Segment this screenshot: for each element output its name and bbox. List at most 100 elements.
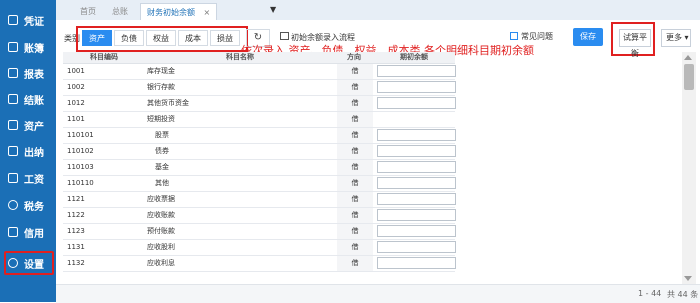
table-row: 1123 预付账款 借: [63, 224, 457, 240]
account-name: 应收票据: [147, 195, 175, 203]
tab-home[interactable]: 首页: [80, 3, 96, 20]
balance-direction: 借: [337, 128, 373, 143]
balance-direction: 借: [337, 160, 373, 175]
account-name: 应收股利: [147, 243, 175, 251]
sidebar-item-label: 结账: [24, 95, 44, 107]
more-button[interactable]: 更多 ▾: [661, 29, 691, 47]
sidebar-item-tax[interactable]: 税务: [0, 195, 56, 215]
faq-link[interactable]: 常见问题: [521, 31, 553, 42]
balance-direction: 借: [337, 256, 373, 271]
opening-balance-input[interactable]: [377, 241, 456, 253]
opening-balance-input[interactable]: [377, 257, 456, 269]
table-row: 1002 银行存款 借: [63, 80, 456, 96]
account-code: 1002: [67, 83, 85, 91]
sidebar-item-payroll[interactable]: 工资: [0, 168, 56, 188]
balance-direction: 借: [337, 224, 373, 239]
sidebar-item-asset[interactable]: 资产: [0, 115, 56, 135]
sidebar-item-closing[interactable]: 结账: [0, 89, 56, 109]
category-button-profit-loss[interactable]: 损益: [210, 30, 240, 46]
asset-icon: [8, 120, 18, 130]
account-code: 1131: [67, 243, 85, 251]
opening-balance-cell: [375, 240, 457, 255]
ledger-icon: [8, 42, 18, 52]
opening-balance-input[interactable]: [377, 193, 456, 205]
tab-initial-balance[interactable]: 财务初始余额 ×: [140, 3, 218, 21]
vertical-scrollbar[interactable]: [682, 52, 696, 284]
account-name: 股票: [155, 131, 169, 139]
account-name: 短期投资: [147, 115, 175, 123]
opening-balance-cell: [375, 128, 457, 143]
table-row: 110102 债券 借: [63, 144, 457, 160]
table-row: 1101 短期投资 借: [63, 112, 455, 128]
opening-balance-input[interactable]: [377, 65, 456, 77]
table-row: 110110 其他 借: [63, 176, 457, 192]
sidebar-item-cashier[interactable]: 出纳: [0, 141, 56, 161]
opening-balance-cell: [375, 64, 457, 79]
opening-balance-input[interactable]: [377, 225, 456, 237]
table-row: 1001 库存现金 借: [63, 64, 457, 80]
sidebar-item-voucher[interactable]: 凭证: [0, 10, 56, 30]
account-name: 预付账款: [147, 227, 175, 235]
sidebar-item-report[interactable]: 报表: [0, 63, 56, 83]
opening-balance-input[interactable]: [377, 97, 456, 109]
table-row: 1121 应收票据 借: [63, 192, 457, 208]
opening-balance-cell: [375, 96, 457, 111]
account-code: 110110: [67, 179, 94, 187]
opening-balance-cell: [375, 224, 457, 239]
opening-balance-input[interactable]: [377, 177, 456, 189]
balance-direction: 借: [337, 208, 373, 223]
account-name: 债券: [155, 147, 169, 155]
category-button-liability[interactable]: 负债: [114, 30, 144, 46]
cashier-icon: [8, 146, 18, 156]
chevron-down-icon[interactable]: ▼: [270, 5, 276, 14]
opening-balance-input[interactable]: [377, 161, 456, 173]
account-code: 1012: [67, 99, 85, 107]
category-button-asset[interactable]: 资产: [82, 30, 112, 46]
opening-balance-cell: [375, 176, 457, 191]
tab-general-ledger[interactable]: 总账: [112, 3, 128, 20]
account-code: 1132: [67, 259, 85, 267]
sidebar-item-label: 资产: [24, 121, 44, 133]
column-header-direction: 方向: [347, 53, 361, 61]
close-icon[interactable]: ×: [204, 8, 211, 17]
record-range: 1 - 44: [638, 289, 662, 298]
settings-highlight-box: [4, 251, 54, 275]
account-code: 1101: [67, 115, 85, 123]
balance-direction: 借: [337, 240, 373, 255]
help-icon: [510, 32, 518, 40]
opening-balance-cell: [375, 208, 457, 223]
scroll-up-icon[interactable]: [684, 55, 692, 60]
table-row: 110103 基金 借: [63, 160, 457, 176]
opening-balance-input[interactable]: [377, 209, 456, 221]
tab-label: 财务初始余额: [147, 8, 195, 17]
trial-balance-button[interactable]: 试算平衡: [619, 29, 651, 58]
opening-balance-cell: [375, 192, 457, 207]
sidebar-item-label: 账簿: [24, 43, 44, 55]
scrollbar-thumb[interactable]: [684, 64, 694, 90]
account-code: 1123: [67, 227, 85, 235]
opening-balance-input[interactable]: [377, 81, 456, 93]
account-code: 1122: [67, 211, 85, 219]
opening-balance-cell: [375, 112, 457, 127]
account-code: 110103: [67, 163, 94, 171]
category-button-cost[interactable]: 成本: [178, 30, 208, 46]
credit-icon: [8, 227, 18, 237]
opening-balance-cell: [375, 144, 457, 159]
account-name: 其他货币资金: [147, 99, 189, 107]
category-button-equity[interactable]: 权益: [146, 30, 176, 46]
account-name: 银行存款: [147, 83, 175, 91]
opening-balance-input[interactable]: [377, 145, 456, 157]
account-name: 库存现金: [147, 67, 175, 75]
record-total: 共 44 条: [667, 290, 699, 299]
scroll-down-icon[interactable]: [684, 276, 692, 281]
balance-direction: 借: [337, 96, 373, 111]
tab-bar: 首页 总账 财务初始余额 × ▼: [56, 0, 700, 21]
sidebar-item-credit[interactable]: 信用: [0, 222, 56, 242]
sidebar: 凭证 账簿 报表 结账 资产 出纳 工资 税务 信用 设置: [0, 0, 56, 302]
opening-balance-input[interactable]: [377, 129, 456, 141]
sidebar-item-ledger[interactable]: 账簿: [0, 37, 56, 57]
opening-balance-cell: [375, 160, 457, 175]
save-button[interactable]: 保存: [573, 28, 603, 46]
account-name: 其他: [155, 179, 169, 187]
balance-direction: 借: [337, 64, 373, 79]
